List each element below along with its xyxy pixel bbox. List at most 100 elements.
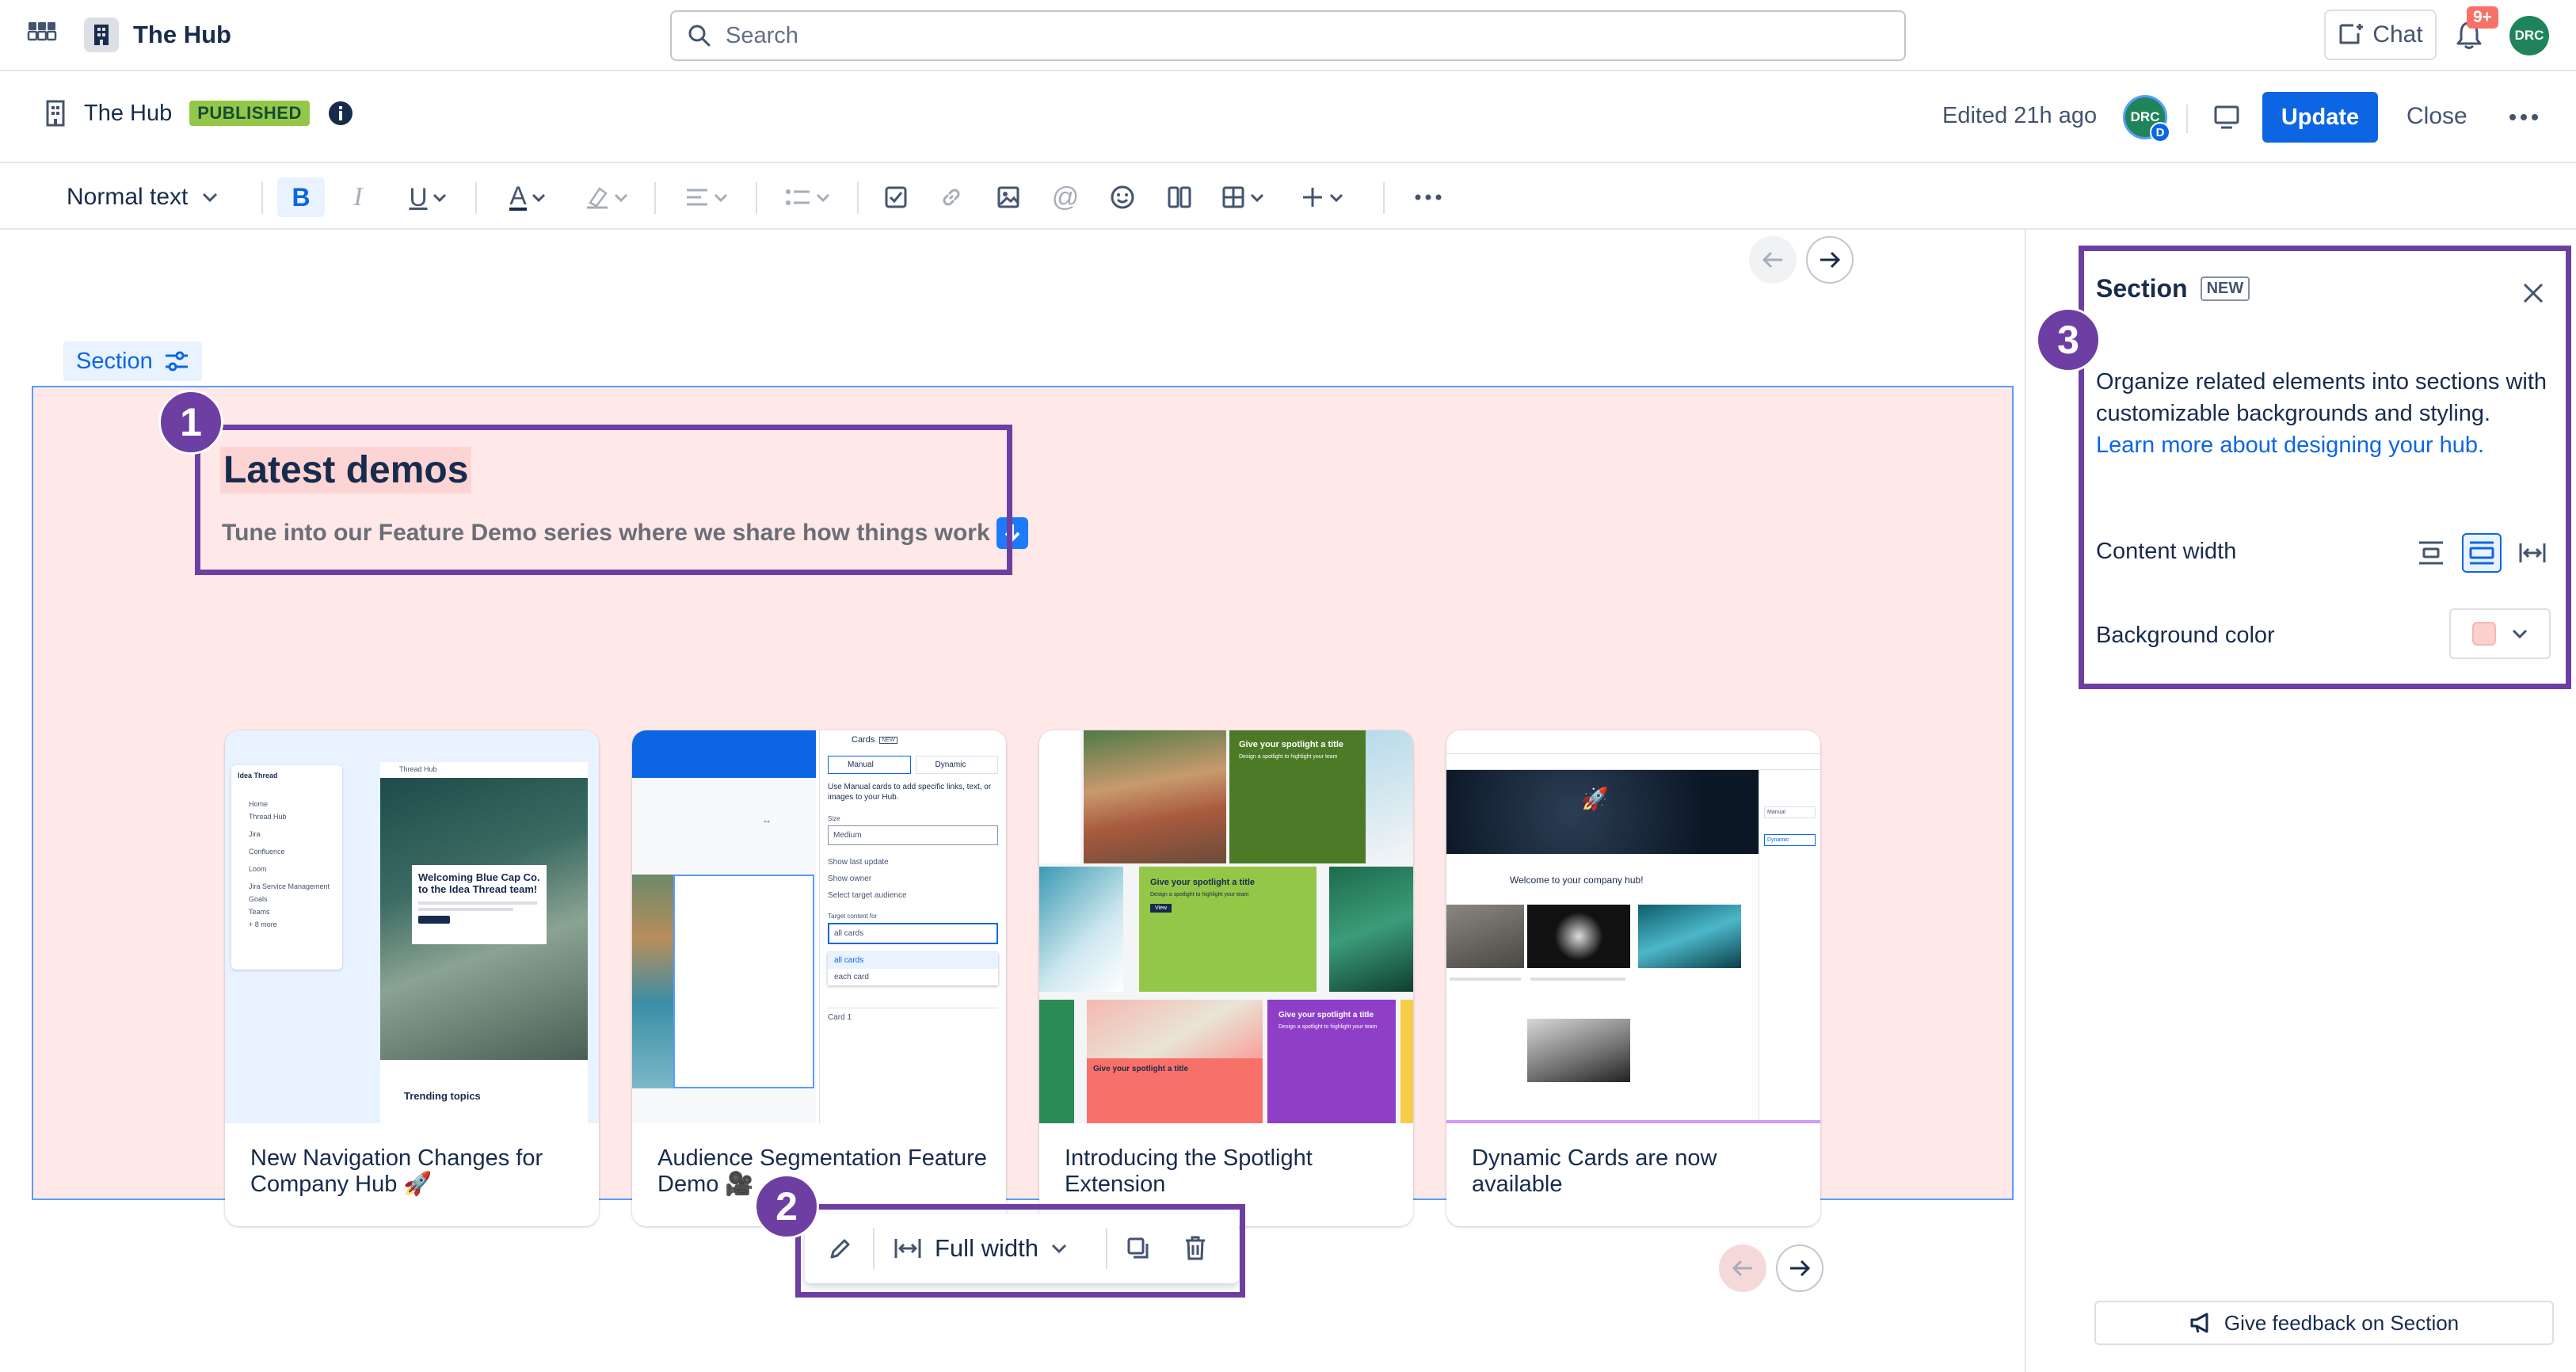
thumb-street-image — [1084, 730, 1226, 863]
editor-canvas: Section Latest demos Tune into our Featu… — [0, 230, 2025, 1372]
megaphone-icon — [2189, 1312, 2213, 1334]
italic-button[interactable]: I — [336, 177, 380, 217]
card-title: Audience Segmentation Feature Demo 🎥 — [657, 1145, 987, 1197]
notification-badge: 9+ — [2467, 6, 2498, 29]
chat-label: Chat — [2372, 21, 2423, 48]
link-button[interactable] — [932, 177, 971, 217]
highlight-dropdown[interactable] — [575, 177, 638, 217]
checkbox-icon — [884, 185, 908, 209]
thumb-cards-panel: Cards NEW Manual Dynamic Use Manual cards… — [819, 730, 1006, 1123]
feedback-button[interactable]: Give feedback on Section — [2094, 1301, 2554, 1345]
collaborator-avatar[interactable]: DRC D — [2123, 95, 2170, 143]
info-icon[interactable] — [327, 100, 354, 127]
callout-highlight-1 — [195, 425, 1012, 575]
thumb-spotlight-tile: Give your spotlight a title Design a spo… — [1267, 1000, 1396, 1123]
app-name: The Hub — [133, 21, 231, 48]
card-thumbnail: Give your spotlight a title Design a spo… — [1039, 730, 1413, 1123]
thumb-spotlight-tile: Give your spotlight a title — [1087, 1058, 1263, 1123]
thumb-spotlight-tile: Give your spotlight a title Design a spo… — [1229, 730, 1366, 863]
app-switcher-icon[interactable] — [27, 21, 57, 51]
text-color-icon: A — [509, 181, 527, 211]
toolbar-separator — [654, 182, 656, 214]
demo-card[interactable]: Idea Thread Home Thread Hub Jira Conflue… — [225, 730, 599, 1226]
preview-icon[interactable] — [2213, 105, 2240, 130]
more-icon — [1415, 194, 1442, 200]
card-thumbnail: Idea Thread Home Thread Hub Jira Conflue… — [225, 730, 599, 1123]
callout-number-2: 2 — [754, 1174, 819, 1239]
demo-card[interactable]: 🚀 Welcome to your company hub! Manual Dy… — [1446, 730, 1820, 1226]
emoji-icon — [1110, 185, 1135, 210]
thumb-sidebar: Idea Thread Home Thread Hub Jira Conflue… — [231, 765, 342, 970]
avatar-sub-badge: D — [2150, 122, 2170, 143]
arrow-right-icon — [1789, 1259, 1811, 1278]
arrow-right-icon — [1819, 250, 1841, 269]
toolbar-separator — [475, 182, 477, 214]
update-button[interactable]: Update — [2262, 92, 2378, 143]
table-icon — [1221, 185, 1245, 209]
chat-button[interactable]: Chat — [2324, 10, 2437, 60]
mention-button[interactable]: @ — [1046, 177, 1085, 217]
at-icon: @ — [1051, 181, 1080, 212]
chevron-down-icon — [1329, 193, 1343, 202]
insert-dropdown[interactable] — [1294, 177, 1350, 217]
arrow-left-icon — [1732, 1259, 1754, 1278]
image-button[interactable] — [989, 177, 1028, 217]
bullet-list-icon — [786, 188, 811, 207]
underline-dropdown[interactable]: U — [396, 177, 459, 217]
chevron-down-icon — [433, 193, 447, 202]
settings-sliders-icon — [164, 350, 189, 372]
rocket-icon: 🚀 — [1581, 787, 1609, 811]
building-icon — [84, 17, 119, 52]
table-dropdown[interactable] — [1215, 177, 1271, 217]
card-title: Dynamic Cards are now available — [1472, 1145, 1717, 1197]
close-button[interactable]: Close — [2406, 103, 2467, 130]
chevron-down-icon — [532, 193, 546, 202]
bold-button[interactable]: B — [277, 177, 325, 217]
chevron-down-icon — [1250, 193, 1264, 202]
emoji-button[interactable] — [1103, 177, 1142, 217]
chevron-down-icon — [816, 193, 830, 202]
space-name[interactable]: The Hub — [84, 101, 172, 127]
thumb-space-banner — [1446, 770, 1759, 854]
callout-highlight-3 — [2079, 246, 2571, 689]
alignment-dropdown[interactable] — [675, 177, 738, 217]
carousel-prev-button[interactable] — [1749, 236, 1797, 284]
carousel-prev-button[interactable] — [1719, 1244, 1766, 1292]
image-icon — [996, 185, 1020, 209]
callout-number-1: 1 — [158, 390, 223, 455]
text-style-dropdown[interactable]: Normal text — [67, 177, 233, 217]
user-avatar[interactable]: DRC — [2509, 16, 2549, 55]
toolbar-separator — [857, 182, 859, 214]
status-badge: PUBLISHED — [189, 101, 310, 126]
highlight-icon — [585, 185, 609, 209]
card-title: New Navigation Changes for Company Hub 🚀 — [250, 1145, 543, 1197]
chevron-down-icon — [714, 193, 728, 202]
carousel-next-button[interactable] — [1806, 236, 1854, 284]
search-input[interactable]: Search — [670, 10, 1906, 61]
text-color-dropdown[interactable]: A — [496, 177, 559, 217]
carousel-next-button[interactable] — [1776, 1244, 1823, 1292]
breadcrumb: The Hub PUBLISHED — [44, 100, 354, 127]
chat-icon — [2338, 22, 2365, 48]
more-formatting-button[interactable] — [1408, 177, 1448, 217]
task-button[interactable] — [876, 177, 916, 217]
chevron-down-icon — [202, 192, 218, 202]
building-icon — [44, 100, 67, 127]
more-options-icon[interactable] — [2509, 114, 2538, 120]
feedback-label: Give feedback on Section — [2224, 1310, 2460, 1335]
card-thumbnail: 🚀 Welcome to your company hub! Manual Dy… — [1446, 730, 1820, 1123]
search-icon — [688, 24, 711, 48]
edited-timestamp: Edited 21h ago — [1942, 103, 2098, 128]
layout-button[interactable] — [1160, 177, 1199, 217]
section-tag-label: Section — [76, 348, 153, 374]
list-dropdown[interactable] — [776, 177, 840, 217]
underline-icon: U — [409, 182, 428, 212]
demo-card[interactable]: Give your spotlight a title Design a spo… — [1039, 730, 1413, 1226]
demo-card[interactable]: ↔ Cards NEW Manual Dynamic Use Manual car… — [632, 730, 1006, 1226]
arrow-left-icon — [1762, 250, 1784, 269]
text-style-value: Normal text — [67, 184, 189, 210]
toolbar-separator — [1383, 182, 1385, 214]
app-logo[interactable]: The Hub — [84, 17, 231, 52]
section-tag[interactable]: Section — [63, 341, 202, 381]
notifications-bell[interactable]: 9+ — [2454, 6, 2498, 52]
